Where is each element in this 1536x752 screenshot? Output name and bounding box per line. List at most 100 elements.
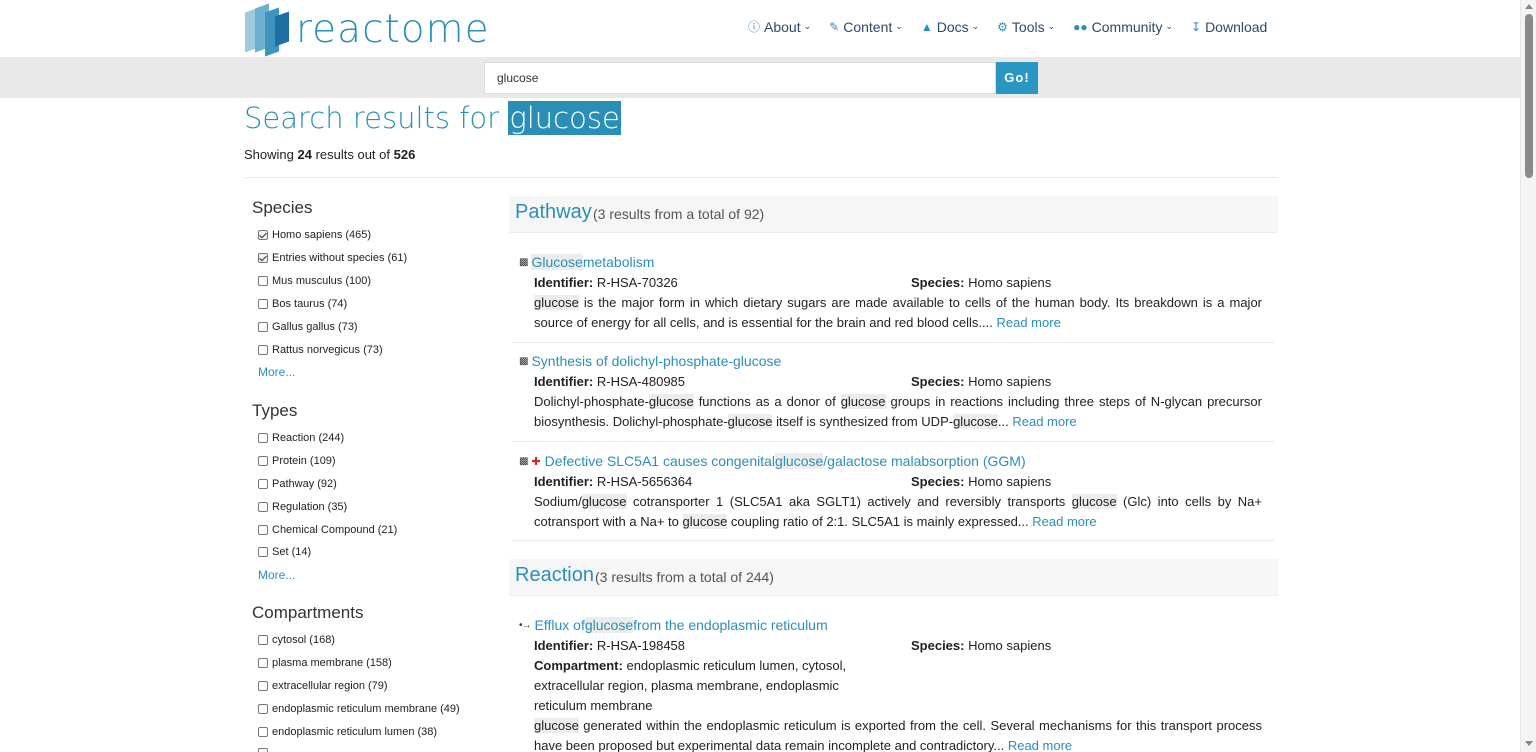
desc-highlight: glucose — [534, 718, 579, 733]
species: Species: Homo sapiens — [911, 638, 1051, 653]
checkbox[interactable] — [258, 727, 268, 737]
result-title-link[interactable]: •→ Efflux of glucose from the endoplasmi… — [519, 617, 828, 633]
desc-text: cotransporter 1 (SLC5A1 aka SGLT1) activ… — [626, 494, 1072, 509]
checkbox[interactable] — [258, 230, 268, 240]
checkbox[interactable] — [258, 547, 268, 557]
checkbox[interactable] — [258, 433, 268, 443]
read-more-link[interactable]: Read more — [1012, 414, 1076, 429]
summary-middle: results out of — [311, 147, 394, 162]
summary-count: 24 — [297, 147, 312, 162]
group-header-pathway: Pathway (3 results from a total of 92) — [509, 196, 1278, 233]
checkbox[interactable] — [258, 681, 268, 691]
facet-species-item[interactable]: Entries without species (61) — [258, 252, 407, 264]
facet-types-item[interactable]: Pathway (92) — [258, 478, 337, 490]
results-summary: Showing 24 results out of 526 — [244, 147, 415, 162]
facet-label: Regulation (35) — [272, 501, 348, 513]
checkbox[interactable] — [258, 658, 268, 668]
nav-about[interactable]: ⓘ About ⌄ — [748, 18, 811, 35]
scroll-down-arrow-icon[interactable] — [1525, 741, 1533, 746]
scroll-up-arrow-icon[interactable] — [1525, 4, 1533, 9]
checkbox[interactable] — [258, 525, 268, 535]
nav-community[interactable]: ●● Community ⌄ — [1073, 18, 1173, 35]
checkbox[interactable] — [258, 635, 268, 645]
desc-highlight: glucose — [953, 414, 998, 429]
scroll-thumb[interactable] — [1525, 14, 1533, 178]
facet-types-item[interactable]: Protein (109) — [258, 455, 336, 467]
facet-species-item[interactable]: Homo sapiens (465) — [258, 229, 371, 241]
read-more-link[interactable]: Read more — [1032, 514, 1096, 529]
read-more-link[interactable]: Read more — [1008, 738, 1072, 752]
result-title-link[interactable]: ▩ Glucose metabolism — [519, 254, 654, 270]
group-count: (3 results from a total of 244) — [595, 569, 774, 585]
title-text: Synthesis of dolichyl-phosphate-glucose — [531, 353, 782, 369]
facet-species-item[interactable]: Mus musculus (100) — [258, 275, 371, 287]
nav-docs[interactable]: ▲ Docs ⌄ — [921, 18, 979, 35]
facet-species-item[interactable]: Rattus norvegicus (73) — [258, 344, 383, 356]
species-value: Homo sapiens — [968, 275, 1052, 290]
read-more-link[interactable]: Read more — [996, 315, 1060, 330]
checkbox[interactable] — [258, 253, 268, 263]
desc-text: itself is synthesized from UDP- — [772, 414, 954, 429]
species-value: Homo sapiens — [968, 474, 1052, 489]
facet-species-title: Species — [252, 198, 313, 217]
cogs-icon: ⚙ — [997, 19, 1008, 34]
nav-content[interactable]: ✎ Content ⌄ — [829, 18, 903, 35]
search-bar: glucose Go! — [0, 57, 1520, 98]
checkbox[interactable] — [258, 748, 268, 752]
result-title-link[interactable]: ▩ Synthesis of dolichyl-phosphate-glucos… — [519, 353, 781, 369]
desc-text: functions as a donor of — [693, 394, 841, 409]
pathway-icon: ▩ — [519, 256, 529, 268]
facet-compartments-item[interactable]: cytosol (168) — [258, 634, 335, 646]
facet-label: Homo sapiens (465) — [272, 229, 372, 241]
result-separator — [512, 441, 1274, 442]
search-go-button[interactable]: Go! — [996, 62, 1038, 94]
chevron-down-icon: ⌄ — [803, 21, 812, 31]
title-highlight: Glucose — [531, 254, 583, 270]
disease-icon: ✚ — [531, 455, 541, 468]
facet-compartments-item[interactable]: plasma membrane (158) — [258, 657, 392, 669]
page-title-query: glucose — [508, 101, 621, 135]
checkbox[interactable] — [258, 322, 268, 332]
graduation-cap-icon: ▲ — [920, 19, 933, 34]
facet-types-item[interactable]: Set (14) — [258, 546, 311, 558]
facet-compartments-item[interactable]: extracellular region (79) — [258, 680, 388, 692]
species: Species: Homo sapiens — [911, 374, 1051, 389]
pathway-icon: ▩ — [519, 355, 529, 367]
facet-label: endoplasmic reticulum lumen (38) — [272, 726, 438, 738]
checkbox[interactable] — [258, 276, 268, 286]
result-title-link[interactable]: ▩ ✚ Defective SLC5A1 causes congenital g… — [519, 453, 1026, 469]
facet-compartments-item[interactable]: endoplasmic reticulum membrane (49) — [258, 703, 460, 715]
checkbox[interactable] — [258, 345, 268, 355]
facet-types-item[interactable]: Regulation (35) — [258, 501, 347, 513]
facet-compartments-item[interactable]: endoplasmic reticulum lumen (38) — [258, 726, 437, 738]
checkbox[interactable] — [258, 299, 268, 309]
species-label: Species: — [911, 474, 965, 489]
vertical-scrollbar[interactable] — [1520, 0, 1536, 752]
identifier-value: R-HSA-198458 — [596, 638, 686, 653]
checkbox[interactable] — [258, 704, 268, 714]
species-value: Homo sapiens — [968, 374, 1052, 389]
page-title: Search results for glucose — [244, 101, 621, 135]
checkbox[interactable] — [258, 502, 268, 512]
facet-species-item[interactable]: Bos taurus (74) — [258, 298, 347, 310]
facet-species-item[interactable]: Gallus gallus (73) — [258, 321, 358, 333]
species: Species: Homo sapiens — [911, 275, 1051, 290]
facet-types-item[interactable]: Chemical Compound (21) — [258, 524, 397, 536]
facet-types-more-link[interactable]: More... — [258, 568, 295, 582]
facet-compartments-item-partial[interactable] — [258, 748, 272, 752]
identifier-label: Identifier: — [534, 374, 594, 389]
checkbox[interactable] — [258, 479, 268, 489]
summary-prefix: Showing — [244, 147, 298, 162]
checkbox[interactable] — [258, 456, 268, 466]
search-input[interactable]: glucose — [484, 62, 996, 94]
facet-types-item[interactable]: Reaction (244) — [258, 432, 344, 444]
identifier-label: Identifier: — [534, 474, 594, 489]
compartment-label: Compartment: — [534, 658, 623, 673]
facet-species-more-link[interactable]: More... — [258, 365, 295, 379]
nav-tools[interactable]: ⚙ Tools ⌄ — [997, 18, 1055, 35]
result-separator — [512, 540, 1274, 541]
facet-label: Set (14) — [272, 546, 312, 558]
reactome-logo[interactable]: reactome — [243, 2, 490, 57]
nav-download[interactable]: ↧ Download — [1191, 18, 1267, 35]
result-item: •→ Efflux of glucose from the endoplasmi… — [509, 615, 1274, 752]
